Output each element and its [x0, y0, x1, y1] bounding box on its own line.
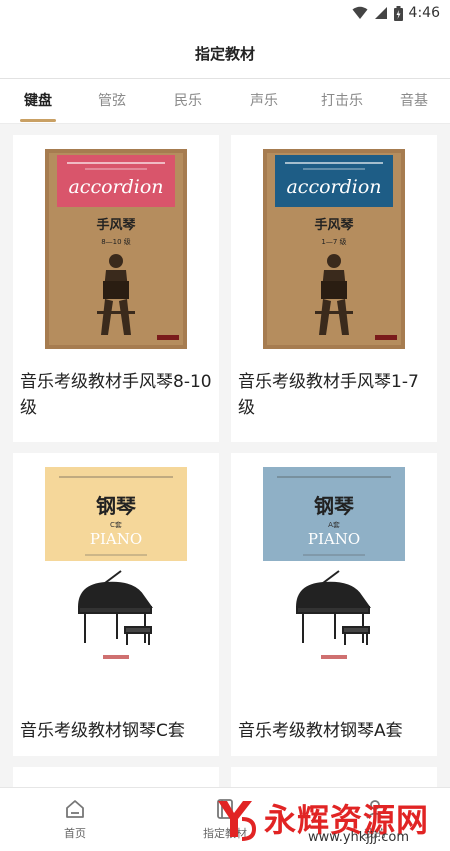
status-icons: 4:46 — [352, 5, 440, 21]
book-card[interactable]: 钢琴 A套 PIANO 音乐考级教材钢琴A套 — [231, 453, 437, 756]
book-card[interactable]: 钢琴 C套 PIANO 音乐考级教材钢琴C套 — [13, 453, 219, 756]
cover-main-text: 钢琴 — [314, 494, 355, 518]
book-cover: 钢琴 A套 PIANO — [263, 467, 405, 667]
category-tabs: 键盘 管弦 民乐 声乐 打击乐 音基 — [0, 79, 450, 124]
signal-icon — [374, 7, 387, 19]
battery-icon — [393, 5, 403, 21]
watermark-logo-icon — [218, 801, 257, 841]
tab-active-indicator — [20, 119, 56, 122]
book-title[interactable]: 音乐考级教材钢琴A套 — [238, 718, 434, 744]
book-card[interactable] — [13, 767, 219, 787]
tab-folk[interactable]: 民乐 — [164, 79, 212, 123]
book-card[interactable] — [231, 767, 437, 787]
cover-main-text: accordion — [286, 176, 381, 198]
cover-level-text: C套 — [110, 520, 122, 529]
book-cover: accordion 手风琴 1—7 级 — [263, 149, 405, 349]
watermark-url: www.yhkjjj.com — [308, 830, 410, 845]
cover-main-text: 钢琴 — [96, 494, 137, 518]
book-cover: 钢琴 C套 PIANO — [45, 467, 187, 667]
app-header: 指定教材 — [0, 28, 450, 79]
cover-main-text: accordion — [68, 176, 163, 198]
watermark: 永辉资源网 www.yhkjjj.com — [212, 793, 444, 848]
status-bar: 4:46 — [0, 0, 450, 28]
book-card[interactable]: accordion 手风琴 1—7 级 音乐考级教材手风琴1-7级 — [231, 135, 437, 442]
tab-percussion[interactable]: 打击乐 — [312, 79, 372, 123]
nav-home[interactable]: 首页 — [30, 788, 120, 851]
home-icon — [66, 800, 84, 818]
book-title[interactable]: 音乐考级教材手风琴1-7级 — [238, 369, 434, 421]
cover-level-text: 1—7 级 — [321, 237, 346, 246]
tab-orchestral[interactable]: 管弦 — [88, 79, 136, 123]
tab-keyboard[interactable]: 键盘 — [14, 79, 62, 123]
cover-sub-text: 手风琴 — [96, 217, 136, 233]
nav-home-label: 首页 — [64, 827, 86, 840]
book-grid: accordion 手风琴 8—10 级 音乐考级教材手风琴8-10级 acco… — [0, 124, 450, 787]
status-time: 4:46 — [408, 5, 440, 21]
cover-sub-text: PIANO — [90, 530, 142, 548]
cover-level-text: 8—10 级 — [101, 237, 131, 246]
book-title[interactable]: 音乐考级教材钢琴C套 — [20, 718, 216, 744]
cover-sub-text: PIANO — [308, 530, 360, 548]
tab-vocal[interactable]: 声乐 — [240, 79, 288, 123]
book-cover: accordion 手风琴 8—10 级 — [45, 149, 187, 349]
page-title: 指定教材 — [194, 44, 255, 63]
book-card[interactable]: accordion 手风琴 8—10 级 音乐考级教材手风琴8-10级 — [13, 135, 219, 442]
wifi-icon — [352, 6, 368, 19]
book-title[interactable]: 音乐考级教材手风琴8-10级 — [20, 369, 216, 421]
tab-music-basics[interactable]: 音基 — [390, 79, 438, 123]
cover-level-text: A套 — [328, 520, 340, 529]
cover-sub-text: 手风琴 — [314, 217, 354, 233]
